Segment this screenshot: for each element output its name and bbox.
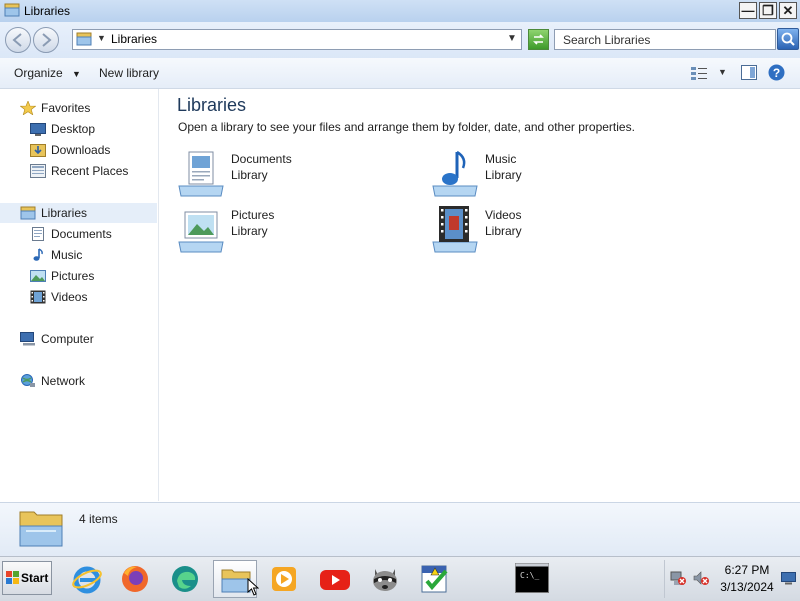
videos-icon [30,290,46,304]
page-title: Libraries [177,95,247,115]
taskbar-checklist-app[interactable] [413,560,457,598]
page-subtitle: Open a library to see your files and arr… [178,120,635,134]
refresh-button[interactable] [528,29,549,50]
new-library-button[interactable]: New library [99,66,159,80]
taskbar-youtube[interactable] [313,560,357,598]
address-bar[interactable]: ▼ Libraries ▼ [72,29,522,50]
details-pane [0,502,800,557]
nav-item-label: Music [51,248,83,262]
search-placeholder: Search Libraries [563,33,651,47]
taskbar-internet-explorer[interactable] [65,560,109,598]
minimize-button[interactable]: — [739,2,757,19]
refresh-icon [533,34,544,45]
firefox-icon [122,566,148,592]
library-type: Library [485,168,522,182]
edge-icon [172,566,198,592]
organize-label: Organize [14,66,63,80]
libraries-icon [4,3,20,17]
youtube-icon [320,570,350,590]
back-button[interactable] [5,27,31,53]
nav-favorites-label: Favorites [41,101,91,115]
clock-date[interactable]: 3/13/2024 [716,580,778,594]
nav-item-label: Recent Places [51,164,129,178]
raccoon-icon [373,569,397,591]
downloads-icon [30,144,46,157]
nav-computer-label: Computer [41,332,94,346]
library-name: Music [485,152,517,166]
network-disconnected-icon[interactable] [670,570,686,586]
chevron-down-icon: ▼ [72,69,81,79]
taskbar-media-player[interactable] [263,560,307,598]
organize-button[interactable]: Organize ▼ [14,66,81,80]
music-library-icon [432,150,478,197]
library-item-music[interactable]: Music Library [431,150,671,200]
change-view-icon[interactable] [691,66,707,80]
library-type: Library [231,168,268,182]
help-icon[interactable]: ? [768,64,785,81]
forward-arrow-icon [42,33,52,47]
documents-library-icon [178,151,224,197]
checklist-icon [421,565,448,593]
clock-time[interactable]: 6:27 PM [716,563,778,577]
documents-icon [32,227,44,241]
nav-libraries-label: Libraries [41,206,88,220]
library-item-videos[interactable]: Videos Library [431,206,671,256]
nav-network-label: Network [41,374,86,388]
media-player-icon [272,567,296,591]
search-button[interactable] [777,28,799,50]
library-name: Videos [485,208,522,222]
show-desktop-icon[interactable] [781,572,796,585]
forward-button[interactable] [33,27,59,53]
window-title: Libraries [24,4,71,18]
taskbar-firefox[interactable] [113,560,157,598]
svg-text:?: ? [773,66,780,80]
address-dropdown-icon[interactable]: ▼ [507,33,517,44]
pictures-library-icon [178,211,224,253]
breadcrumb[interactable]: Libraries [111,32,157,46]
item-count: 4 items [79,512,118,526]
view-dropdown-icon[interactable]: ▼ [718,67,727,77]
taskbar-edge[interactable] [163,560,207,598]
search-input[interactable]: Search Libraries [554,29,776,50]
back-arrow-icon [12,33,22,47]
desktop-icon [30,123,46,136]
network-icon [21,374,35,387]
library-type: Library [231,224,268,238]
close-button[interactable]: ✕ [779,2,797,19]
nav-item-label: Downloads [51,143,111,157]
nav-item-label: Documents [51,227,112,241]
pictures-icon [30,270,46,282]
volume-muted-icon[interactable] [693,570,709,586]
restore-button[interactable]: ❐ [759,2,777,19]
computer-icon [20,332,35,346]
library-name: Documents [231,152,292,166]
start-label: Start [21,571,49,585]
preview-pane-icon[interactable] [741,65,757,80]
music-icon [33,248,43,261]
library-item-pictures[interactable]: Pictures Library [177,206,417,256]
cmd-prompt-text: C:\_ [520,571,540,580]
library-name: Pictures [231,208,275,222]
taskbar-explorer[interactable] [213,560,259,598]
libraries-folder-icon [19,511,63,547]
nav-item-label: Desktop [51,122,96,136]
start-button[interactable]: Start [2,561,52,595]
videos-library-icon [432,206,478,253]
library-type: Library [485,224,522,238]
mouse-cursor-icon [247,578,259,596]
nav-item-label: Videos [51,290,88,304]
taskbar-command-prompt[interactable]: C:\_ [509,560,553,598]
nav-item-label: Pictures [51,269,95,283]
taskbar-raccoon-app[interactable] [363,560,407,598]
star-icon [20,101,36,115]
libraries-icon [20,206,36,220]
title-bar[interactable] [0,0,800,23]
breadcrumb-arrow-icon[interactable]: ▼ [97,33,106,43]
recent-places-icon [30,164,46,178]
library-item-documents[interactable]: Documents Library [177,150,417,200]
libraries-icon [76,32,92,46]
internet-explorer-icon [72,566,102,594]
search-icon [781,32,795,46]
windows-logo-icon [6,571,19,584]
